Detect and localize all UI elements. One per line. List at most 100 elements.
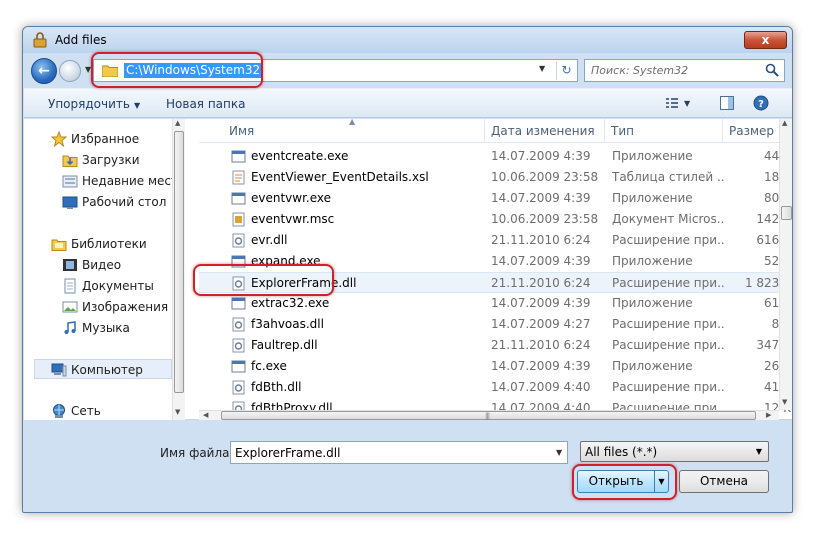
nav-item-desktop[interactable]: Рабочий стол — [24, 192, 172, 212]
file-type: Приложение — [612, 296, 693, 310]
file-type: Приложение — [612, 254, 693, 268]
nav-item-video[interactable]: Видео — [24, 255, 172, 275]
scroll-down-icon[interactable]: ▼ — [782, 398, 787, 406]
open-button[interactable]: Открыть ▼ — [577, 470, 669, 493]
preview-pane-icon[interactable] — [719, 95, 735, 111]
video-icon — [63, 259, 77, 271]
file-row[interactable]: ExplorerFrame.dll 21.11.2010 6:24 Расширен… — [199, 272, 791, 293]
nav-item-network[interactable]: Сеть — [24, 401, 172, 421]
msc-icon — [232, 212, 245, 227]
nav-item-music[interactable]: Музыка — [24, 318, 172, 338]
file-row[interactable]: eventvwr.exe 14.07.2009 4:39 Приложение 80 … — [199, 188, 791, 209]
nav-label: Загрузки — [82, 153, 140, 167]
address-path[interactable]: C:\Windows\System32 — [124, 63, 263, 78]
file-name: evr.dll — [251, 233, 288, 247]
nav-item-computer[interactable]: Компьютер — [34, 359, 172, 379]
file-list-scrollbar[interactable]: ▲ ▼ — [779, 119, 792, 410]
search-input[interactable] — [591, 63, 761, 78]
filename-input[interactable] — [235, 445, 545, 460]
new-folder-button[interactable]: Новая папка — [166, 97, 245, 111]
nav-label: Компьютер — [71, 363, 143, 377]
column-type[interactable]: Тип — [605, 119, 723, 143]
file-row[interactable]: fc.exe 14.07.2009 4:39 Приложение 26 K — [199, 356, 791, 377]
lock-icon — [33, 32, 47, 48]
content-area: Избранное Загрузки Недавние места Рабочи… — [24, 117, 792, 421]
nav-item-images[interactable]: Изображения — [24, 297, 172, 317]
downloads-folder-icon — [62, 155, 78, 167]
back-button[interactable]: ← — [31, 58, 57, 84]
svg-text:?: ? — [758, 99, 764, 110]
file-type: Приложение — [612, 191, 693, 205]
music-icon — [64, 321, 76, 334]
file-row[interactable]: extrac32.exe 14.07.2009 4:39 Приложение 61 … — [199, 293, 791, 314]
filename-field[interactable]: ▼ — [230, 441, 568, 464]
nav-item-recent[interactable]: Недавние места — [24, 171, 185, 191]
forward-button[interactable] — [59, 60, 81, 82]
scroll-left-icon[interactable]: ◀ — [203, 411, 208, 419]
open-label: Открыть — [588, 474, 644, 488]
column-date[interactable]: Дата изменения — [485, 119, 605, 143]
file-name: extrac32.exe — [251, 296, 330, 310]
libraries-icon — [51, 239, 67, 251]
nav-scrollbar[interactable]: ▲ ▼ — [172, 119, 185, 420]
cancel-button[interactable]: Отмена — [679, 470, 769, 493]
address-bar[interactable]: C:\Windows\System32 ▼ ↻ — [93, 59, 578, 82]
nav-label: Видео — [82, 258, 122, 272]
nav-scroll-thumb[interactable] — [174, 131, 184, 393]
help-icon[interactable]: ? — [753, 95, 769, 111]
address-dropdown-icon[interactable]: ▼ — [539, 64, 545, 73]
nav-label: Библиотеки — [71, 237, 147, 251]
refresh-icon[interactable]: ↻ — [556, 61, 576, 80]
file-name: eventvwr.msc — [251, 212, 335, 226]
scroll-down-icon[interactable]: ▼ — [175, 408, 180, 416]
file-row[interactable]: EventViewer_EventDetails.xsl 10.06.2009 2… — [199, 167, 791, 188]
file-name: expand.exe — [251, 254, 321, 268]
nav-item-favorites[interactable]: Избранное — [24, 129, 172, 149]
file-date: 14.07.2009 4:27 — [491, 317, 591, 331]
view-dropdown-icon[interactable]: ▼ — [684, 99, 690, 108]
star-icon — [51, 131, 67, 147]
file-list-scroll-thumb[interactable] — [781, 206, 792, 220]
filetype-select[interactable]: All files (*.*) ▼ — [580, 441, 769, 462]
search-box[interactable] — [584, 59, 785, 82]
nav-item-downloads[interactable]: Загрузки — [24, 150, 172, 170]
organize-menu[interactable]: Упорядочить ▼ — [48, 97, 140, 111]
scroll-right-icon[interactable]: ▶ — [766, 411, 771, 419]
filename-dropdown-icon[interactable]: ▼ — [556, 448, 562, 457]
file-row[interactable]: fdBth.dll 14.07.2009 4:40 Расширение при..… — [199, 377, 791, 398]
file-row[interactable]: evr.dll 21.11.2010 6:24 Расширение при... 6… — [199, 230, 791, 251]
scroll-up-icon[interactable]: ▲ — [782, 119, 787, 127]
file-row[interactable]: f3ahvoas.dll 14.07.2009 4:27 Расширение пр… — [199, 314, 791, 335]
file-date: 10.06.2009 23:58 — [491, 212, 599, 226]
exe-icon — [231, 297, 246, 310]
search-icon[interactable] — [765, 63, 779, 77]
chevron-down-icon: ▼ — [133, 101, 141, 110]
chevron-down-icon: ▼ — [755, 447, 762, 456]
nav-label: Недавние места — [82, 174, 186, 188]
file-date: 21.11.2010 6:24 — [491, 233, 591, 247]
nav-item-documents[interactable]: Документы — [24, 276, 172, 296]
file-row[interactable]: expand.exe 14.07.2009 4:39 Приложение 52 K — [199, 251, 791, 272]
file-type: Расширение при... — [612, 338, 724, 352]
column-name[interactable]: Имя — [223, 119, 485, 143]
chevron-down-icon[interactable]: ▼ — [85, 65, 93, 77]
file-list: ▲ Имя Дата изменения Тип Размер eventcre… — [199, 117, 791, 420]
exe-icon — [231, 192, 246, 205]
file-row[interactable]: eventcreate.exe 14.07.2009 4:39 Приложение… — [199, 146, 791, 167]
nav-label: Избранное — [71, 132, 140, 146]
open-split-dropdown-icon[interactable]: ▼ — [654, 471, 668, 492]
dll-icon — [232, 338, 245, 353]
window-title: Add files — [55, 33, 107, 47]
file-row[interactable]: Faultrep.dll 21.11.2010 6:24 Расширение пр… — [199, 335, 791, 356]
file-date: 14.07.2009 4:39 — [491, 296, 591, 310]
column-size[interactable]: Размер — [723, 119, 779, 143]
file-row[interactable]: eventvwr.msc 10.06.2009 23:58 Документ Mic… — [199, 209, 791, 230]
nav-label: Документы — [82, 279, 154, 293]
nav-item-libraries[interactable]: Библиотеки — [24, 234, 172, 254]
close-button[interactable]: x — [744, 31, 787, 49]
dll-icon — [232, 317, 245, 332]
view-options-icon[interactable] — [664, 95, 680, 111]
horizontal-scrollbar[interactable]: ◀ ||| ▶ — [199, 410, 779, 420]
scroll-up-icon[interactable]: ▲ — [175, 119, 180, 127]
horizontal-scroll-thumb[interactable]: ||| — [221, 411, 756, 420]
